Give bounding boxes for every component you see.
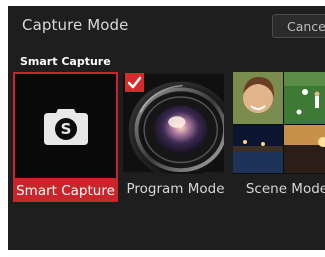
scene-collage [233,72,325,174]
section-label: Smart Capture [20,55,111,68]
mode-label-smart-capture: Smart Capture [16,183,115,199]
page-title: Capture Mode [22,16,129,34]
header-bar: Capture Mode Cancel [8,6,325,46]
mode-tile-scene-modes[interactable]: Scene Modes [233,72,325,202]
checkmark-icon [125,73,144,92]
capture-mode-panel: Capture Mode Cancel Smart Capture S Smar… [8,6,325,250]
mode-label-scene-modes: Scene Modes [245,181,325,197]
mode-tile-smart-capture[interactable]: S Smart Capture [13,72,118,202]
camera-icon: S [44,109,88,145]
cancel-button[interactable]: Cancel [272,14,325,38]
svg-text:S: S [61,120,72,138]
mode-label-program-mode: Program Mode [126,181,225,197]
mode-tile-program-mode[interactable]: Program Mode [123,72,228,202]
